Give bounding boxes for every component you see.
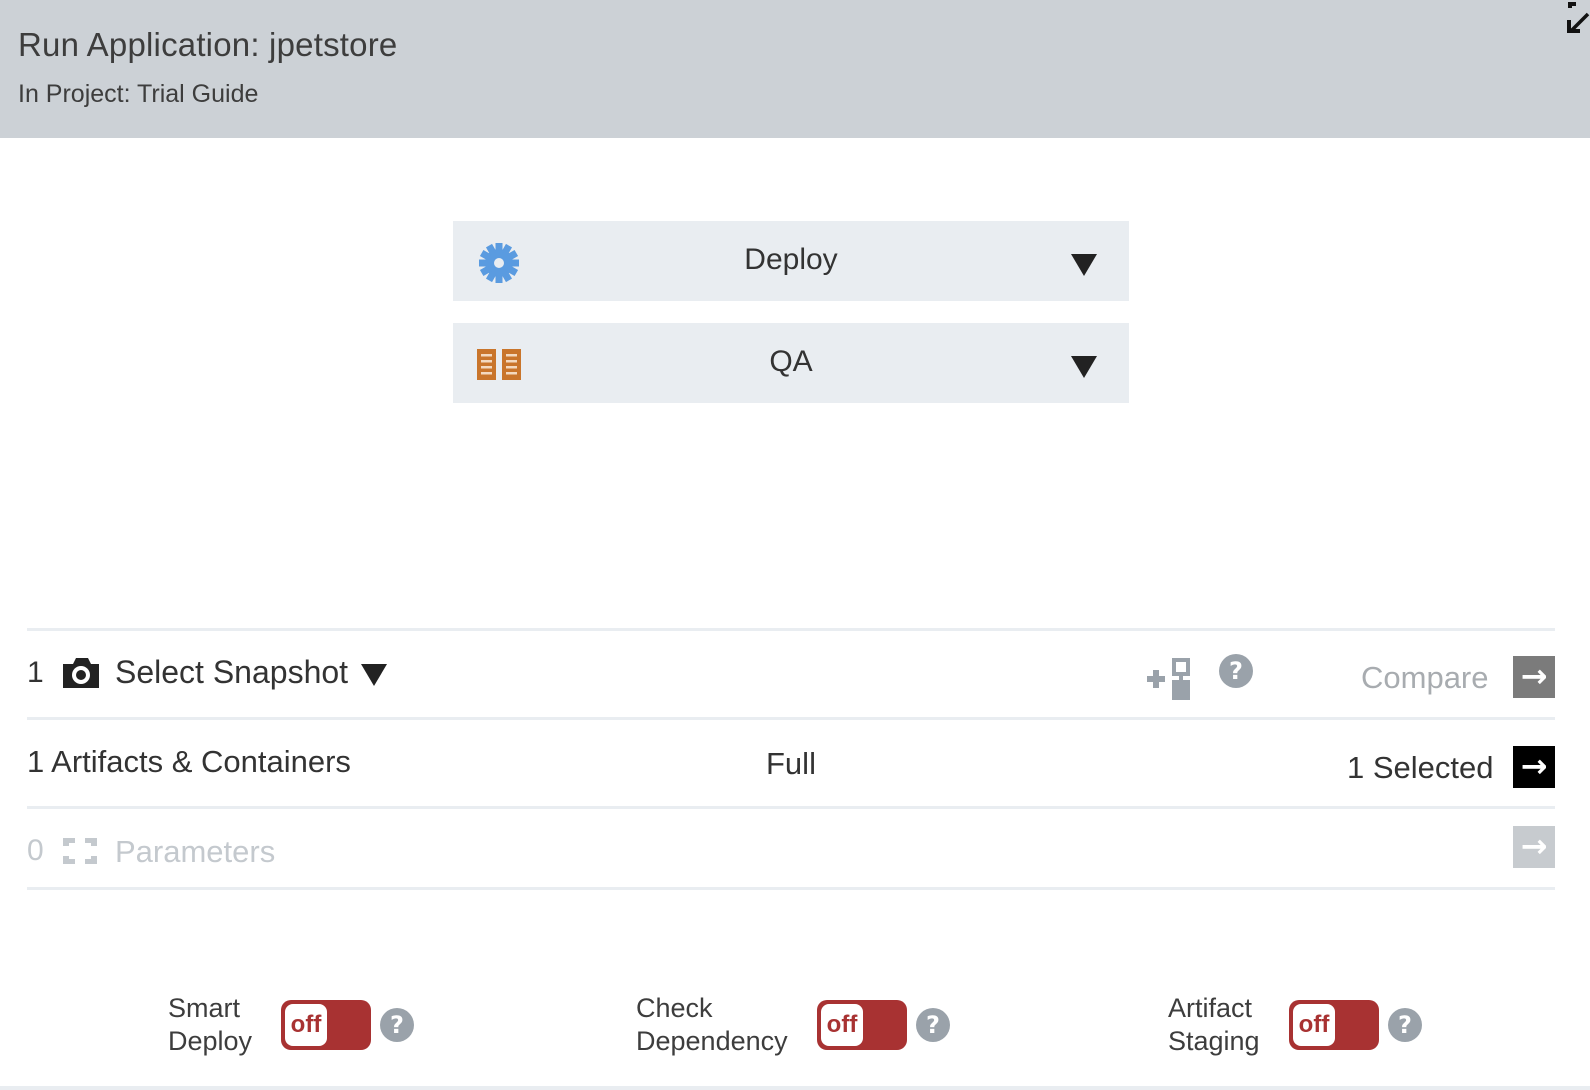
footer-divider — [0, 1086, 1590, 1090]
artifact-staging-help-icon[interactable]: ? — [1388, 1008, 1422, 1042]
smart-deploy-help-icon[interactable]: ? — [380, 1008, 414, 1042]
environment-select-value: QA — [769, 345, 813, 378]
check-dependency-toggle[interactable]: off — [817, 1000, 907, 1050]
artifact-staging-toggle[interactable]: off — [1289, 1000, 1379, 1050]
toggle-state: off — [821, 1004, 863, 1046]
toggle-state: off — [285, 1004, 327, 1046]
divider — [27, 628, 1555, 631]
snapshot-help-icon[interactable]: ? — [1219, 654, 1253, 688]
caret-down-icon — [1071, 356, 1097, 378]
expand-collapse-icon[interactable] — [1562, 0, 1590, 36]
snapshot-count: 1 — [27, 656, 44, 689]
parameters-count: 0 — [27, 834, 44, 867]
caret-down-icon — [1071, 254, 1097, 276]
snapshot-caret-down-icon[interactable] — [361, 664, 387, 686]
smart-deploy-label: Smart Deploy — [168, 993, 253, 1056]
camera-icon — [63, 658, 99, 688]
snapshot-row: 1 Select Snapshot ? Compare → — [27, 632, 1555, 718]
process-select-value: Deploy — [744, 243, 838, 276]
compare-arrow-button[interactable]: → — [1513, 656, 1555, 698]
artifact-staging-label: Artifact Staging — [1168, 993, 1260, 1056]
artifacts-row: 1 Artifacts & Containers Full 1 Selected… — [27, 720, 1555, 806]
check-dependency-label: Check Dependency — [636, 993, 788, 1056]
divider — [27, 806, 1555, 809]
artifacts-label: 1 Artifacts & Containers — [27, 744, 351, 779]
divider — [27, 887, 1555, 890]
parameters-row: 0 Parameters → — [27, 810, 1555, 896]
toggle-state: off — [1293, 1004, 1335, 1046]
artifacts-mode: Full — [766, 746, 816, 781]
project-subtitle: In Project: Trial Guide — [18, 80, 259, 108]
artifacts-arrow-button[interactable]: → — [1513, 746, 1555, 788]
compare-label: Compare — [1361, 660, 1489, 695]
check-dependency-help-icon[interactable]: ? — [916, 1008, 950, 1042]
add-component-icon[interactable] — [1147, 658, 1195, 702]
parameters-label: Parameters — [115, 834, 276, 869]
parameters-arrow-button[interactable]: → — [1513, 826, 1555, 868]
process-select[interactable]: Deploy — [453, 221, 1129, 301]
select-snapshot-dropdown[interactable]: Select Snapshot — [115, 654, 348, 691]
page-title: Run Application: jpetstore — [18, 26, 398, 63]
smart-deploy-toggle[interactable]: off — [281, 1000, 371, 1050]
dialog-header: Run Application: jpetstore In Project: T… — [0, 0, 1590, 138]
artifacts-selected-count: 1 Selected — [1347, 750, 1494, 785]
environment-select[interactable]: QA — [453, 323, 1129, 403]
parameters-brackets-icon — [63, 838, 97, 864]
